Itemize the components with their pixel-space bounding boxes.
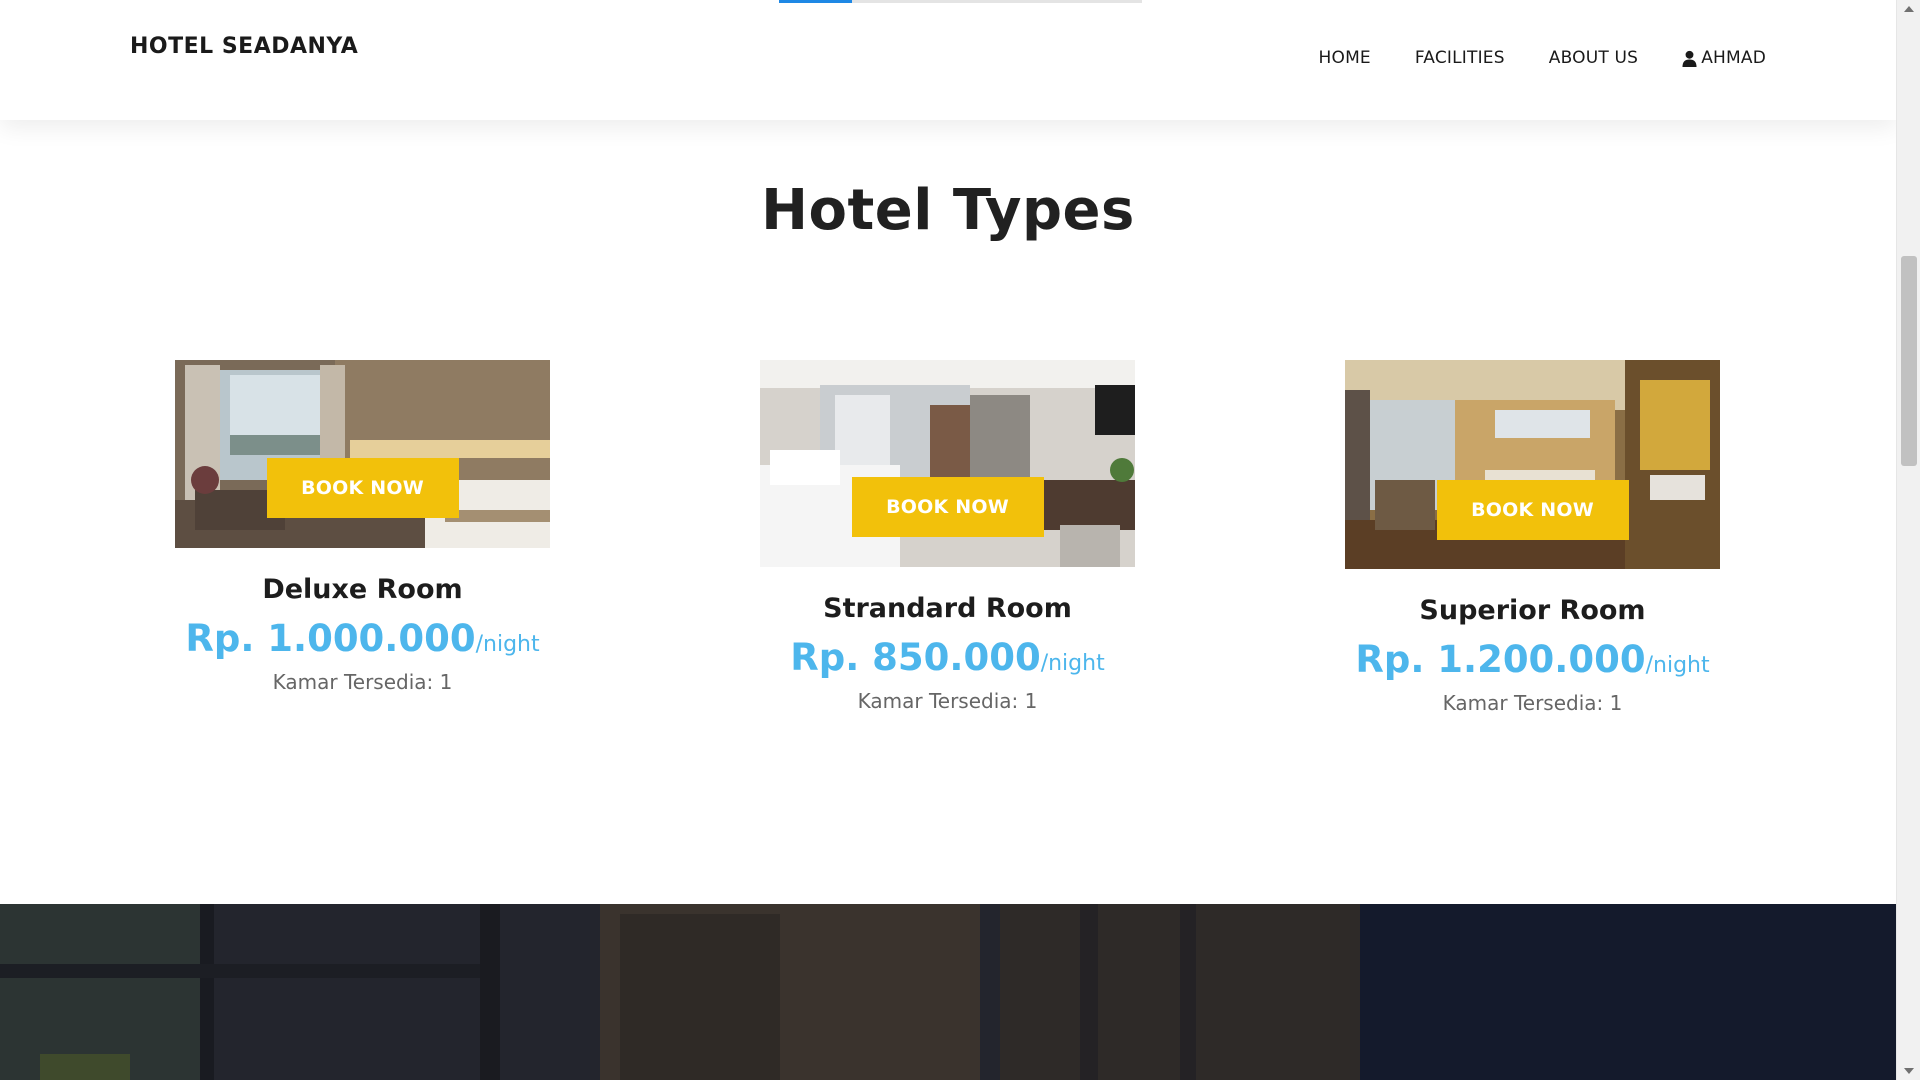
site-header: HOTEL SEADANYA HOME FACILITIES ABOUT US … <box>0 0 1896 120</box>
room-price-line: Rp. 850.000/night <box>760 636 1135 679</box>
user-icon <box>1682 50 1697 67</box>
scroll-progress-bar <box>779 0 1142 3</box>
scroll-progress-fill <box>779 0 852 3</box>
room-availability: Kamar Tersedia: 1 <box>272 670 453 694</box>
scroll-down-icon[interactable] <box>1904 1068 1914 1074</box>
next-section-background <box>0 904 1896 1080</box>
scrollbar-thumb[interactable] <box>1901 256 1917 466</box>
room-background-photo <box>0 904 1896 1080</box>
page: HOTEL SEADANYA HOME FACILITIES ABOUT US … <box>0 0 1920 1080</box>
room-name: Deluxe Room <box>262 574 463 605</box>
room-name: Superior Room <box>1419 595 1646 626</box>
room-price: Rp. 1.000.000 <box>185 617 476 660</box>
room-availability: Kamar Tersedia: 1 <box>1442 691 1623 715</box>
room-image-standard: BOOK NOW <box>760 360 1135 567</box>
book-now-button-superior[interactable]: BOOK NOW <box>1436 480 1629 540</box>
room-price-line: Rp. 1.200.000/night <box>1345 638 1720 681</box>
room-price: Rp. 850.000 <box>790 636 1041 679</box>
room-price: Rp. 1.200.000 <box>1355 638 1646 681</box>
price-unit: /night <box>475 632 540 657</box>
brand-logo[interactable]: HOTEL SEADANYA <box>130 34 358 59</box>
room-price-line: Rp. 1.000.000/night <box>175 617 550 660</box>
price-unit: /night <box>1040 651 1105 676</box>
scroll-up-icon[interactable] <box>1904 6 1914 12</box>
price-unit: /night <box>1645 653 1710 678</box>
main-nav: HOME FACILITIES ABOUT US AHMAD <box>1319 48 1767 68</box>
nav-facilities[interactable]: FACILITIES <box>1415 48 1505 68</box>
section-title: Hotel Types <box>761 178 1135 243</box>
nav-user[interactable]: AHMAD <box>1682 48 1766 68</box>
room-card-standard: BOOK NOW Strandard Room Rp. 850.000/nigh… <box>760 360 1135 713</box>
main-content: HOTEL SEADANYA HOME FACILITIES ABOUT US … <box>0 0 1896 1080</box>
room-card-superior: BOOK NOW Superior Room Rp. 1.200.000/nig… <box>1345 360 1720 715</box>
page-scrollbar[interactable] <box>1896 0 1920 1080</box>
deluxe-room-photo <box>175 360 550 548</box>
nav-about-us[interactable]: ABOUT US <box>1549 48 1638 68</box>
room-availability: Kamar Tersedia: 1 <box>857 689 1038 713</box>
room-image-superior: BOOK NOW <box>1345 360 1720 569</box>
room-image-deluxe: BOOK NOW <box>175 360 550 548</box>
book-now-button-deluxe[interactable]: BOOK NOW <box>266 458 459 518</box>
room-name: Strandard Room <box>823 593 1072 624</box>
room-card-deluxe: BOOK NOW Deluxe Room Rp. 1.000.000/night… <box>175 360 550 694</box>
nav-user-label: AHMAD <box>1701 48 1766 68</box>
nav-home[interactable]: HOME <box>1319 48 1371 68</box>
book-now-button-standard[interactable]: BOOK NOW <box>851 477 1044 537</box>
